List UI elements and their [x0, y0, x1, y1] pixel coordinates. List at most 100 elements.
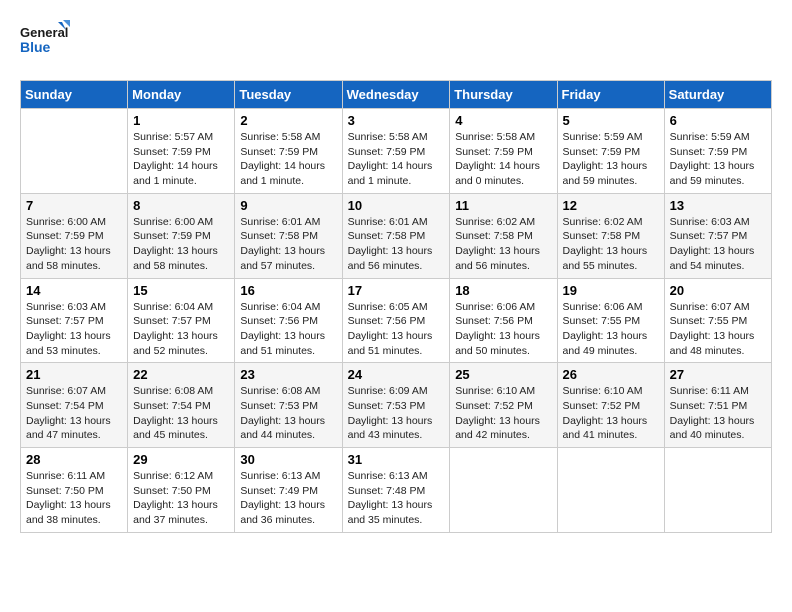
day-number: 9 [240, 198, 336, 213]
day-info: Sunrise: 6:12 AMSunset: 7:50 PMDaylight:… [133, 469, 229, 528]
day-info: Sunrise: 6:01 AMSunset: 7:58 PMDaylight:… [240, 215, 336, 274]
calendar-cell: 16 Sunrise: 6:04 AMSunset: 7:56 PMDayligh… [235, 278, 342, 363]
day-info: Sunrise: 6:13 AMSunset: 7:49 PMDaylight:… [240, 469, 336, 528]
day-number: 15 [133, 283, 229, 298]
day-info: Sunrise: 6:11 AMSunset: 7:50 PMDaylight:… [26, 469, 122, 528]
calendar-cell: 11Sunrise: 6:02 AMSunset: 7:58 PMDayligh… [450, 193, 557, 278]
day-info: Sunrise: 6:03 AMSunset: 7:57 PMDaylight:… [26, 300, 122, 359]
weekday-header-row: SundayMondayTuesdayWednesdayThursdayFrid… [21, 81, 772, 109]
day-number: 10 [348, 198, 445, 213]
day-number: 20 [670, 283, 766, 298]
calendar-cell: 29 Sunrise: 6:12 AMSunset: 7:50 PMDayligh… [128, 448, 235, 533]
calendar-cell: 13Sunrise: 6:03 AMSunset: 7:57 PMDayligh… [664, 193, 771, 278]
weekday-header-friday: Friday [557, 81, 664, 109]
day-number: 26 [563, 367, 659, 382]
calendar-cell: 14Sunrise: 6:03 AMSunset: 7:57 PMDayligh… [21, 278, 128, 363]
day-info: Sunrise: 6:06 AMSunset: 7:55 PMDaylight:… [563, 300, 659, 359]
svg-text:Blue: Blue [20, 39, 51, 55]
day-number: 5 [563, 113, 659, 128]
calendar-cell [557, 448, 664, 533]
weekday-header-monday: Monday [128, 81, 235, 109]
calendar-cell: 9 Sunrise: 6:01 AMSunset: 7:58 PMDaylight… [235, 193, 342, 278]
svg-text:General: General [20, 25, 68, 40]
day-number: 18 [455, 283, 551, 298]
logo: General Blue [20, 20, 70, 64]
weekday-header-sunday: Sunday [21, 81, 128, 109]
day-info: Sunrise: 6:02 AMSunset: 7:58 PMDaylight:… [455, 215, 551, 274]
calendar-cell: 12Sunrise: 6:02 AMSunset: 7:58 PMDayligh… [557, 193, 664, 278]
calendar-cell: 23Sunrise: 6:08 AMSunset: 7:53 PMDayligh… [235, 363, 342, 448]
calendar-cell: 19 Sunrise: 6:06 AMSunset: 7:55 PMDayligh… [557, 278, 664, 363]
day-number: 29 [133, 452, 229, 467]
calendar-cell [664, 448, 771, 533]
day-number: 17 [348, 283, 445, 298]
calendar-cell: 31 Sunrise: 6:13 AMSunset: 7:48 PMDayligh… [342, 448, 450, 533]
day-number: 30 [240, 452, 336, 467]
day-info: Sunrise: 6:08 AMSunset: 7:53 PMDaylight:… [240, 384, 336, 443]
day-info: Sunrise: 5:57 AMSunset: 7:59 PMDaylight:… [133, 130, 229, 189]
calendar-week-row: 1 Sunrise: 5:57 AMSunset: 7:59 PMDaylight… [21, 109, 772, 194]
day-number: 28 [26, 452, 122, 467]
calendar-cell: 10 Sunrise: 6:01 AMSunset: 7:58 PMDayligh… [342, 193, 450, 278]
day-info: Sunrise: 6:02 AMSunset: 7:58 PMDaylight:… [563, 215, 659, 274]
calendar-cell: 21 Sunrise: 6:07 AMSunset: 7:54 PMDayligh… [21, 363, 128, 448]
day-number: 27 [670, 367, 766, 382]
day-info: Sunrise: 6:01 AMSunset: 7:58 PMDaylight:… [348, 215, 445, 274]
calendar-week-row: 14Sunrise: 6:03 AMSunset: 7:57 PMDayligh… [21, 278, 772, 363]
calendar-cell: 27 Sunrise: 6:11 AMSunset: 7:51 PMDayligh… [664, 363, 771, 448]
day-number: 22 [133, 367, 229, 382]
day-number: 13 [670, 198, 766, 213]
day-number: 7 [26, 198, 122, 213]
day-info: Sunrise: 6:04 AMSunset: 7:57 PMDaylight:… [133, 300, 229, 359]
day-info: Sunrise: 5:58 AMSunset: 7:59 PMDaylight:… [240, 130, 336, 189]
day-number: 1 [133, 113, 229, 128]
calendar-table: SundayMondayTuesdayWednesdayThursdayFrid… [20, 80, 772, 533]
calendar-cell: 28 Sunrise: 6:11 AMSunset: 7:50 PMDayligh… [21, 448, 128, 533]
calendar-cell: 2 Sunrise: 5:58 AMSunset: 7:59 PMDaylight… [235, 109, 342, 194]
calendar-cell: 30 Sunrise: 6:13 AMSunset: 7:49 PMDayligh… [235, 448, 342, 533]
weekday-header-thursday: Thursday [450, 81, 557, 109]
day-number: 21 [26, 367, 122, 382]
day-number: 2 [240, 113, 336, 128]
calendar-cell: 7 Sunrise: 6:00 AMSunset: 7:59 PMDaylight… [21, 193, 128, 278]
day-number: 3 [348, 113, 445, 128]
calendar-cell: 5 Sunrise: 5:59 AMSunset: 7:59 PMDaylight… [557, 109, 664, 194]
day-info: Sunrise: 6:07 AMSunset: 7:55 PMDaylight:… [670, 300, 766, 359]
calendar-cell: 4 Sunrise: 5:58 AMSunset: 7:59 PMDaylight… [450, 109, 557, 194]
calendar-week-row: 28 Sunrise: 6:11 AMSunset: 7:50 PMDayligh… [21, 448, 772, 533]
day-info: Sunrise: 6:05 AMSunset: 7:56 PMDaylight:… [348, 300, 445, 359]
day-info: Sunrise: 6:13 AMSunset: 7:48 PMDaylight:… [348, 469, 445, 528]
day-info: Sunrise: 6:04 AMSunset: 7:56 PMDaylight:… [240, 300, 336, 359]
calendar-cell [450, 448, 557, 533]
calendar-cell [21, 109, 128, 194]
day-info: Sunrise: 6:07 AMSunset: 7:54 PMDaylight:… [26, 384, 122, 443]
day-info: Sunrise: 5:59 AMSunset: 7:59 PMDaylight:… [563, 130, 659, 189]
day-number: 8 [133, 198, 229, 213]
day-info: Sunrise: 6:00 AMSunset: 7:59 PMDaylight:… [133, 215, 229, 274]
calendar-cell: 1 Sunrise: 5:57 AMSunset: 7:59 PMDaylight… [128, 109, 235, 194]
weekday-header-tuesday: Tuesday [235, 81, 342, 109]
day-number: 31 [348, 452, 445, 467]
day-number: 24 [348, 367, 445, 382]
day-info: Sunrise: 6:08 AMSunset: 7:54 PMDaylight:… [133, 384, 229, 443]
calendar-cell: 15 Sunrise: 6:04 AMSunset: 7:57 PMDayligh… [128, 278, 235, 363]
day-info: Sunrise: 6:06 AMSunset: 7:56 PMDaylight:… [455, 300, 551, 359]
day-info: Sunrise: 5:59 AMSunset: 7:59 PMDaylight:… [670, 130, 766, 189]
logo-icon: General Blue [20, 20, 70, 64]
weekday-header-wednesday: Wednesday [342, 81, 450, 109]
day-info: Sunrise: 6:11 AMSunset: 7:51 PMDaylight:… [670, 384, 766, 443]
calendar-week-row: 7 Sunrise: 6:00 AMSunset: 7:59 PMDaylight… [21, 193, 772, 278]
day-number: 4 [455, 113, 551, 128]
day-info: Sunrise: 6:10 AMSunset: 7:52 PMDaylight:… [563, 384, 659, 443]
calendar-cell: 6 Sunrise: 5:59 AMSunset: 7:59 PMDaylight… [664, 109, 771, 194]
calendar-week-row: 21 Sunrise: 6:07 AMSunset: 7:54 PMDayligh… [21, 363, 772, 448]
day-info: Sunrise: 6:10 AMSunset: 7:52 PMDaylight:… [455, 384, 551, 443]
day-number: 16 [240, 283, 336, 298]
day-info: Sunrise: 5:58 AMSunset: 7:59 PMDaylight:… [455, 130, 551, 189]
day-info: Sunrise: 6:00 AMSunset: 7:59 PMDaylight:… [26, 215, 122, 274]
calendar-cell: 22 Sunrise: 6:08 AMSunset: 7:54 PMDayligh… [128, 363, 235, 448]
day-number: 19 [563, 283, 659, 298]
weekday-header-saturday: Saturday [664, 81, 771, 109]
day-number: 6 [670, 113, 766, 128]
day-number: 25 [455, 367, 551, 382]
